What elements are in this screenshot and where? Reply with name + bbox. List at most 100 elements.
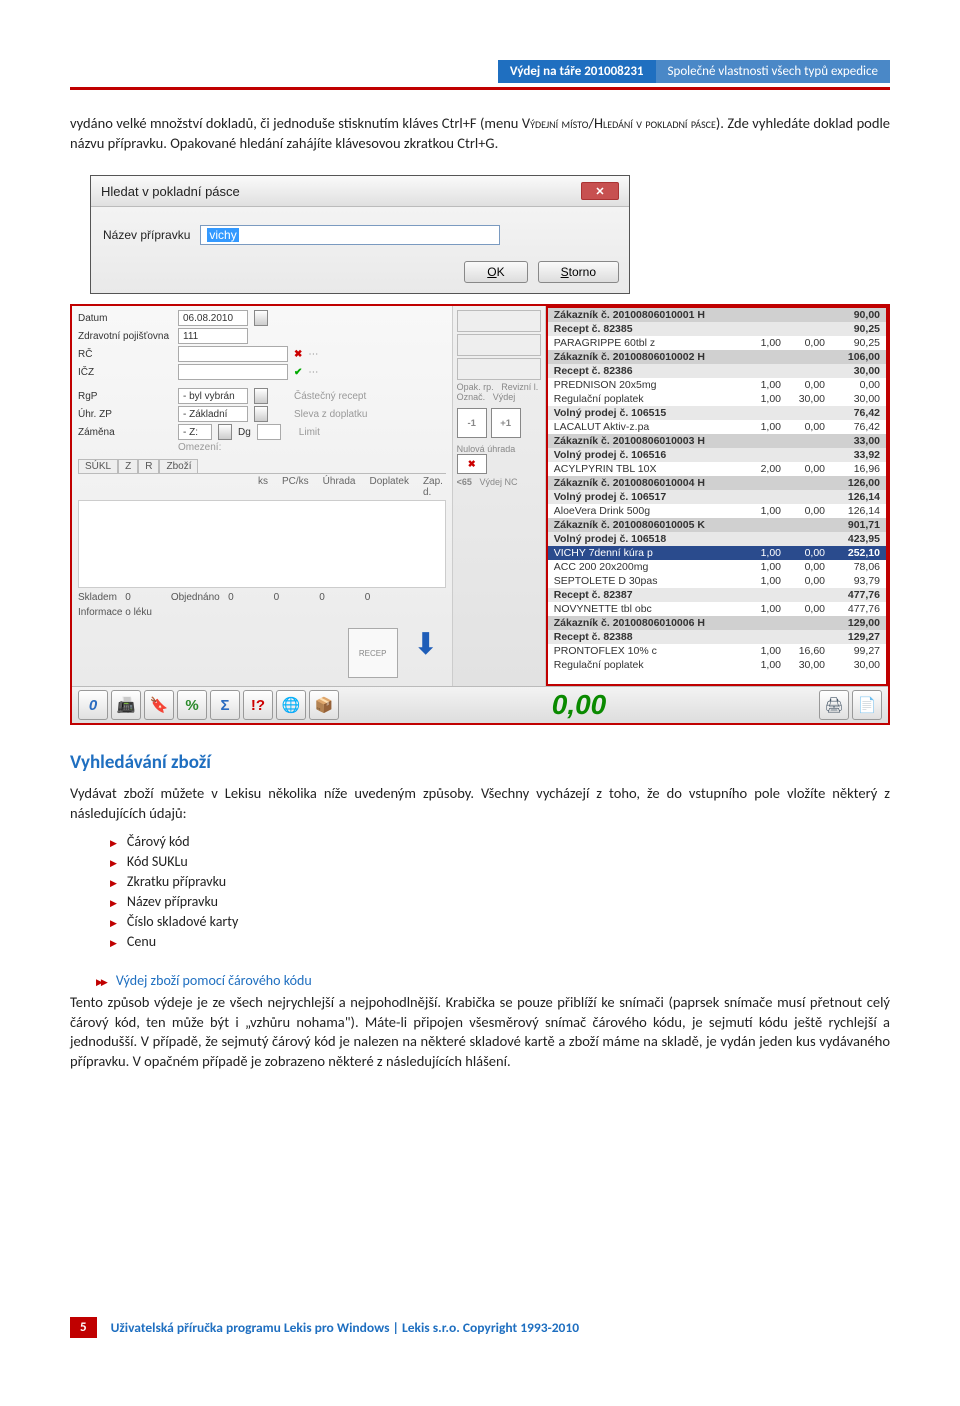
doc-icon[interactable]: 📄 <box>852 690 882 720</box>
receipt-row[interactable]: Volný prodej č. 106518423,95 <box>548 532 886 546</box>
rc-field[interactable] <box>178 346 288 362</box>
receipt-row[interactable]: Zákazník č. 20100806010001 H90,00 <box>548 308 886 322</box>
printer-icon[interactable]: 🖨 <box>819 690 849 720</box>
zero-icon[interactable]: 0 <box>78 690 108 720</box>
total-amount: 0,00 <box>552 689 607 721</box>
dots-icon-2[interactable]: ⋯ <box>308 367 318 378</box>
dots-icon[interactable]: ⋯ <box>308 349 318 360</box>
row-amount: 30,00 <box>825 365 880 377</box>
receipt-row[interactable]: Zákazník č. 20100806010005 K901,71 <box>548 518 886 532</box>
receipt-row[interactable]: Volný prodej č. 106517126,14 <box>548 490 886 504</box>
receipt-tape[interactable]: Zákazník č. 20100806010001 H90,00Recept … <box>546 306 888 686</box>
zamena-field[interactable]: - Z: <box>178 424 212 440</box>
row-col2: 0,00 <box>781 505 825 517</box>
receipt-row[interactable]: Zákazník č. 20100806010003 H33,00 <box>548 434 886 448</box>
dropdown-icon[interactable] <box>254 406 268 422</box>
header-subtitle: Společné vlastnosti všech typů expedice <box>656 60 890 83</box>
receipt-row[interactable]: ACC 200 20x200mg1,000,0078,06 <box>548 560 886 574</box>
receipt-row[interactable]: Zákazník č. 20100806010004 H126,00 <box>548 476 886 490</box>
row-col2: 0,00 <box>781 421 825 433</box>
row-qty: 2,00 <box>743 463 781 475</box>
uhr-field[interactable]: - Základní <box>178 406 248 422</box>
insurance-field[interactable]: 111 <box>178 328 248 344</box>
receipt-row[interactable]: Volný prodej č. 10651576,42 <box>548 406 886 420</box>
tab-z[interactable]: Z <box>118 459 138 473</box>
row-amount: 33,00 <box>825 435 880 447</box>
row-name: Regulační poplatek <box>554 393 743 405</box>
close-icon[interactable]: ✕ <box>581 182 619 200</box>
receipt-row[interactable]: Recept č. 82388129,27 <box>548 630 886 644</box>
receipt-row[interactable]: Volný prodej č. 10651633,92 <box>548 448 886 462</box>
minus-one-button[interactable]: -1 <box>457 408 487 438</box>
globe-icon[interactable]: 🌐 <box>276 690 306 720</box>
plus-one-button[interactable]: +1 <box>491 408 521 438</box>
receipt-row[interactable]: Recept č. 82387477,76 <box>548 588 886 602</box>
row-name: Volný prodej č. 106516 <box>554 449 825 461</box>
date-label: Datum <box>78 313 172 324</box>
date-dropdown-icon[interactable] <box>254 310 268 326</box>
row-name: Volný prodej č. 106515 <box>554 407 825 419</box>
tag-icon[interactable]: 🔖 <box>144 690 174 720</box>
receipt-row[interactable]: PARAGRIPPE 60tbl z1,000,0090,25 <box>548 336 886 350</box>
receipt-row[interactable]: Regulační poplatek1,0030,0030,00 <box>548 658 886 672</box>
dialog-title: Hledat v pokladní pásce <box>101 184 240 199</box>
receipt-row[interactable]: NOVYNETTE tbl obc1,000,00477,76 <box>548 602 886 616</box>
lt65-label: <65 <box>457 477 472 487</box>
dg-field[interactable] <box>257 424 281 440</box>
tab-r[interactable]: R <box>138 459 159 473</box>
receipt-row[interactable]: Regulační poplatek1,0030,0030,00 <box>548 392 886 406</box>
row-amount: 126,14 <box>825 505 880 517</box>
arrow-down-icon[interactable]: ⬇ <box>406 624 446 664</box>
date-field[interactable]: 06.08.2010 <box>178 310 248 326</box>
row-amount: 78,06 <box>825 561 880 573</box>
receipt-row[interactable]: ACYLPYRIN TBL 10X2,000,0016,96 <box>548 462 886 476</box>
tab-zbozi[interactable]: Zboží <box>159 459 198 473</box>
row-col2: 16,60 <box>781 645 825 657</box>
opak-label: Opak. rp. <box>457 382 494 392</box>
row-name: ACYLPYRIN TBL 10X <box>554 463 743 475</box>
header-tag: Výdej na táře 201008231 <box>498 60 656 83</box>
col-pcks: PC/ks <box>282 476 309 498</box>
tab-sukl[interactable]: SÚKL <box>78 459 118 473</box>
list-item: Číslo skladové karty <box>110 913 890 930</box>
receipt-row[interactable]: VICHY 7denní kúra p1,000,00252,10 <box>548 546 886 560</box>
check-icon[interactable]: ✔ <box>294 367 302 378</box>
dropdown-icon[interactable] <box>254 388 268 404</box>
row-name: Recept č. 82385 <box>554 323 825 335</box>
x-icon[interactable]: ✖ <box>294 349 302 360</box>
rgp-field[interactable]: - byl vybrán <box>178 388 248 404</box>
percent-icon[interactable]: % <box>177 690 207 720</box>
receipt-row[interactable]: SEPTOLETE D 30pas1,000,0093,79 <box>548 574 886 588</box>
product-name-input[interactable]: vichy <box>200 225 500 245</box>
row-name: Zákazník č. 20100806010004 H <box>554 477 825 489</box>
receipt-row[interactable]: PRONTOFLEX 10% c1,0016,6099,27 <box>548 644 886 658</box>
icz-field[interactable] <box>178 364 288 380</box>
row-amount: 0,00 <box>825 379 880 391</box>
row-col2: 30,00 <box>781 659 825 671</box>
subsection-heading: Výdej zboží pomocí čárového kódu <box>96 972 890 989</box>
omezeni-label: Omezení: <box>178 442 221 453</box>
box-icon[interactable]: 📦 <box>309 690 339 720</box>
pos-screenshot: Datum06.08.2010 Zdravotní pojišťovna111 … <box>70 304 890 725</box>
receipt-row[interactable]: Zákazník č. 20100806010002 H106,00 <box>548 350 886 364</box>
receipt-icon[interactable]: RECEP <box>348 628 398 678</box>
receipt-row[interactable]: LACALUT Aktiv-z.pa1,000,0076,42 <box>548 420 886 434</box>
footer-text: Uživatelská příručka programu Lekis pro … <box>111 1319 579 1336</box>
delete-icon[interactable]: ✖ <box>457 454 487 474</box>
calc-icon[interactable]: 📠 <box>111 690 141 720</box>
rgp-label: RgP <box>78 391 172 402</box>
receipt-row[interactable]: Recept č. 8238630,00 <box>548 364 886 378</box>
list-item: Název přípravku <box>110 893 890 910</box>
row-name: Volný prodej č. 106518 <box>554 533 825 545</box>
info-icon[interactable]: !? <box>243 690 273 720</box>
receipt-row[interactable]: Zákazník č. 20100806010006 H129,00 <box>548 616 886 630</box>
list-item: Cenu <box>110 933 890 950</box>
receipt-row[interactable]: AloeVera Drink 500g1,000,00126,14 <box>548 504 886 518</box>
storno-button[interactable]: StornoStorno <box>538 261 619 283</box>
skladem-value: 0 <box>125 592 131 603</box>
dropdown-icon[interactable] <box>218 424 232 440</box>
receipt-row[interactable]: Recept č. 8238590,25 <box>548 322 886 336</box>
sigma-icon[interactable]: Σ <box>210 690 240 720</box>
receipt-row[interactable]: PREDNISON 20x5mg1,000,000,00 <box>548 378 886 392</box>
ok-button[interactable]: OOKK <box>464 261 527 283</box>
